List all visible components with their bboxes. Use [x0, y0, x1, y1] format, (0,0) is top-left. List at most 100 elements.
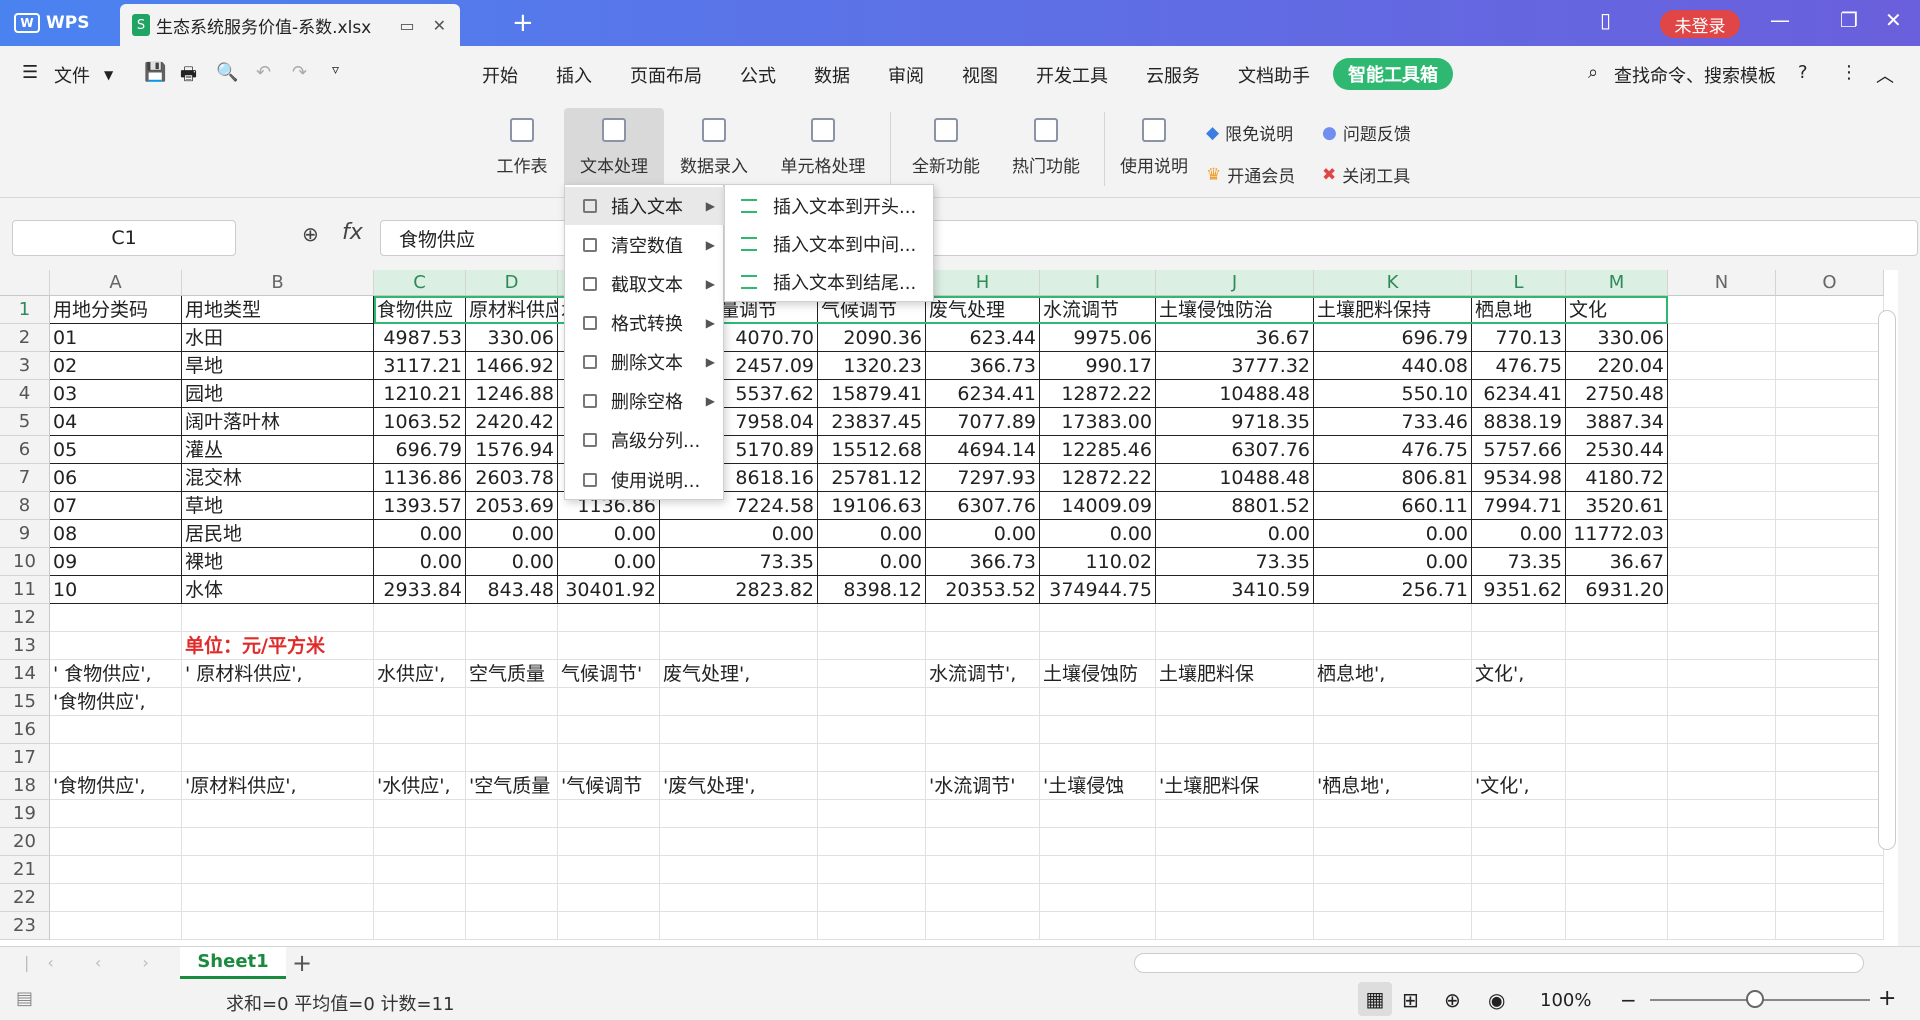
empty-cell[interactable]	[1776, 772, 1884, 800]
empty-cell[interactable]	[558, 632, 660, 660]
empty-cell[interactable]	[1566, 604, 1668, 632]
data-cell[interactable]: 0.00	[818, 548, 926, 576]
data-cell[interactable]: 256.71	[1314, 576, 1472, 604]
column-header[interactable]: L	[1472, 270, 1566, 296]
unit-note[interactable]: 单位：元/平方米	[182, 632, 466, 660]
empty-cell[interactable]	[1040, 632, 1156, 660]
empty-cell[interactable]	[926, 744, 1040, 772]
zoom-slider-thumb[interactable]	[1746, 990, 1764, 1008]
empty-cell[interactable]	[1668, 324, 1776, 352]
data-cell[interactable]: 7994.71	[1472, 492, 1566, 520]
data-cell[interactable]: 0.00	[1040, 520, 1156, 548]
data-cell[interactable]: 07	[50, 492, 182, 520]
empty-cell[interactable]	[1776, 604, 1884, 632]
popular-features-button[interactable]: 热门功能	[1000, 108, 1092, 188]
empty-cell[interactable]	[818, 716, 926, 744]
empty-cell[interactable]	[818, 912, 926, 940]
data-cell[interactable]: 733.46	[1314, 408, 1472, 436]
login-button[interactable]: 未登录	[1660, 10, 1740, 38]
text-cell[interactable]: '文化',	[1472, 772, 1566, 800]
data-cell[interactable]: 8801.52	[1156, 492, 1314, 520]
empty-cell[interactable]	[818, 800, 926, 828]
data-cell[interactable]: 9975.06	[1040, 324, 1156, 352]
empty-cell[interactable]	[1668, 716, 1776, 744]
data-cell[interactable]: 6307.76	[1156, 436, 1314, 464]
empty-cell[interactable]	[466, 912, 558, 940]
spreadsheet-grid[interactable]: ABCDEFGHIJKLMNO1234567891011121314151617…	[0, 270, 1898, 946]
text-cell[interactable]: 水流调节',	[926, 660, 1040, 688]
zoom-in-icon[interactable]: +	[1878, 986, 1896, 1011]
menu-clear-values[interactable]: 清空数值 ▶	[565, 226, 725, 264]
close-window-icon[interactable]: ✕	[1885, 8, 1902, 32]
normal-view-icon[interactable]: ▦	[1358, 982, 1392, 1016]
data-cell[interactable]: 3117.21	[374, 352, 466, 380]
empty-cell[interactable]	[182, 800, 374, 828]
data-cell[interactable]: 73.35	[660, 548, 818, 576]
more-icon[interactable]: ⋮	[1840, 62, 1858, 83]
empty-cell[interactable]	[1314, 716, 1472, 744]
data-cell[interactable]: 366.73	[926, 548, 1040, 576]
empty-cell[interactable]	[1668, 856, 1776, 884]
data-cell[interactable]: 36.67	[1156, 324, 1314, 352]
data-cell[interactable]: 696.79	[1314, 324, 1472, 352]
empty-cell[interactable]	[1668, 604, 1776, 632]
zoom-level[interactable]: 100%	[1540, 990, 1591, 1011]
header-cell[interactable]: 栖息地	[1472, 296, 1566, 324]
data-cell[interactable]: 混交林	[182, 464, 374, 492]
row-header[interactable]: 13	[0, 632, 50, 660]
data-cell[interactable]: 居民地	[182, 520, 374, 548]
data-cell[interactable]: 476.75	[1472, 352, 1566, 380]
data-cell[interactable]: 7077.89	[926, 408, 1040, 436]
data-cell[interactable]: 灌丛	[182, 436, 374, 464]
data-cell[interactable]: 476.75	[1314, 436, 1472, 464]
data-cell[interactable]: 水体	[182, 576, 374, 604]
minimize-icon[interactable]: —	[1770, 8, 1790, 32]
empty-cell[interactable]	[1776, 632, 1884, 660]
data-entry-button[interactable]: 数据录入	[668, 108, 760, 188]
text-cell[interactable]: 土壤肥料保	[1156, 660, 1314, 688]
empty-cell[interactable]	[1668, 660, 1776, 688]
empty-cell[interactable]	[1472, 716, 1566, 744]
empty-cell[interactable]	[50, 716, 182, 744]
empty-cell[interactable]	[926, 688, 1040, 716]
empty-cell[interactable]	[1566, 744, 1668, 772]
data-cell[interactable]: 374944.75	[1040, 576, 1156, 604]
empty-cell[interactable]	[660, 716, 818, 744]
row-header[interactable]: 12	[0, 604, 50, 632]
empty-cell[interactable]	[1776, 744, 1884, 772]
empty-cell[interactable]	[926, 856, 1040, 884]
empty-cell[interactable]	[1040, 884, 1156, 912]
empty-cell[interactable]	[926, 800, 1040, 828]
empty-cell[interactable]	[1566, 800, 1668, 828]
empty-cell[interactable]	[1472, 688, 1566, 716]
data-cell[interactable]: 6234.41	[926, 380, 1040, 408]
data-cell[interactable]: 2420.42	[466, 408, 558, 436]
empty-cell[interactable]	[818, 744, 926, 772]
data-cell[interactable]: 2530.44	[1566, 436, 1668, 464]
data-cell[interactable]: 裸地	[182, 548, 374, 576]
empty-cell[interactable]	[1156, 604, 1314, 632]
chevron-down-icon[interactable]: ▼	[104, 68, 113, 82]
empty-cell[interactable]	[1314, 828, 1472, 856]
empty-cell[interactable]	[1314, 744, 1472, 772]
empty-cell[interactable]	[182, 884, 374, 912]
text-cell[interactable]: 气候调节'	[558, 660, 660, 688]
add-sheet-icon[interactable]: +	[292, 949, 312, 977]
data-cell[interactable]: 1576.94	[466, 436, 558, 464]
restore-icon[interactable]: ❐	[1840, 8, 1858, 32]
column-header[interactable]: C	[374, 270, 466, 296]
empty-cell[interactable]	[1776, 884, 1884, 912]
data-cell[interactable]: 0.00	[926, 520, 1040, 548]
row-header[interactable]: 15	[0, 688, 50, 716]
close-tools-link[interactable]: ✖ 关闭工具	[1322, 162, 1410, 188]
data-cell[interactable]: 0.00	[660, 520, 818, 548]
menu-advanced-split[interactable]: 高级分列...	[565, 421, 725, 459]
text-cell[interactable]: '土壤侵蚀	[1040, 772, 1156, 800]
row-header[interactable]: 10	[0, 548, 50, 576]
save-icon[interactable]: 💾	[144, 62, 166, 83]
data-cell[interactable]: 01	[50, 324, 182, 352]
empty-cell[interactable]	[466, 856, 558, 884]
data-cell[interactable]: 15512.68	[818, 436, 926, 464]
header-cell[interactable]: 食物供应	[374, 296, 466, 324]
data-cell[interactable]: 阔叶落叶林	[182, 408, 374, 436]
